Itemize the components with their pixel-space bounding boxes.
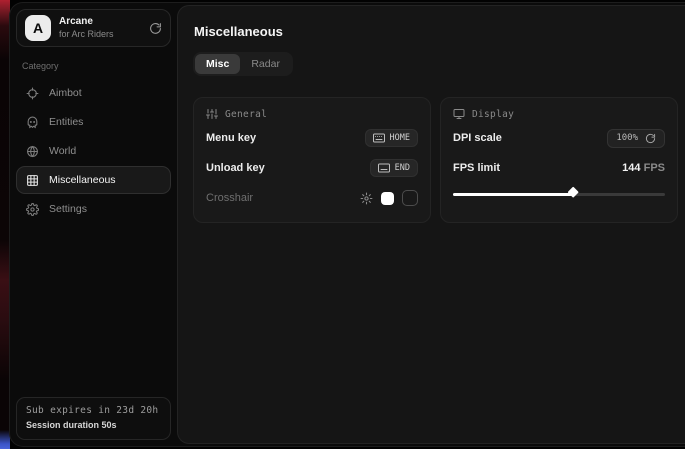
sub-expiry-text: Sub expires in 23d 20h bbox=[26, 404, 161, 418]
category-label: Category bbox=[22, 61, 165, 71]
tab-radar[interactable]: Radar bbox=[240, 54, 291, 74]
main-panel: Miscellaneous Misc Radar General bbox=[177, 5, 685, 444]
sidebar-item-entities[interactable]: Entities bbox=[16, 108, 171, 136]
sliders-icon bbox=[206, 108, 218, 120]
fps-limit-label: FPS limit bbox=[453, 162, 500, 174]
crosshair-controls bbox=[360, 190, 418, 206]
sidebar-item-aimbot[interactable]: Aimbot bbox=[16, 79, 171, 107]
tab-misc[interactable]: Misc bbox=[195, 54, 240, 74]
keyboard-icon bbox=[373, 133, 385, 143]
app-header-card: A Arcane for Arc Riders bbox=[16, 9, 171, 47]
app-logo: A bbox=[25, 15, 51, 41]
menu-key-row: Menu key HOME bbox=[206, 126, 418, 150]
app-subtitle: for Arc Riders bbox=[59, 29, 141, 40]
fps-slider-fill bbox=[453, 193, 572, 196]
page-title: Miscellaneous bbox=[194, 24, 678, 39]
unload-key-row: Unload key END bbox=[206, 156, 418, 180]
fps-limit-slider[interactable] bbox=[453, 190, 665, 199]
sidebar-nav: Aimbot Entities World bbox=[16, 79, 171, 223]
unload-key-value: END bbox=[395, 163, 410, 173]
unload-key-label: Unload key bbox=[206, 162, 265, 174]
sidebar-item-label: Settings bbox=[49, 203, 87, 215]
crosshair-row: Crosshair bbox=[206, 186, 418, 210]
grid-icon bbox=[26, 174, 39, 187]
entities-icon bbox=[26, 116, 39, 129]
refresh-icon[interactable] bbox=[149, 22, 162, 35]
session-duration-text: Session duration 50s bbox=[26, 419, 161, 433]
sidebar-item-label: World bbox=[49, 145, 76, 157]
gear-icon bbox=[26, 203, 39, 216]
display-card-title: Display bbox=[472, 109, 514, 120]
crosshair-color-swatch[interactable] bbox=[381, 192, 394, 205]
sidebar: A Arcane for Arc Riders Category Aimbot bbox=[10, 3, 177, 446]
dpi-scale-value: 100% bbox=[616, 133, 638, 143]
dpi-scale-label: DPI scale bbox=[453, 132, 502, 144]
fps-limit-value: 144 FPS bbox=[622, 162, 665, 174]
crosshair-settings-gear-icon[interactable] bbox=[360, 192, 373, 205]
sidebar-item-miscellaneous[interactable]: Miscellaneous bbox=[16, 166, 171, 194]
globe-icon bbox=[26, 145, 39, 158]
dpi-scale-row: DPI scale 100% bbox=[453, 126, 665, 150]
general-card: General Menu key HOME Unload key bbox=[193, 97, 431, 223]
monitor-icon bbox=[453, 108, 465, 120]
sidebar-item-label: Miscellaneous bbox=[49, 174, 116, 186]
fps-limit-row: FPS limit 144 FPS bbox=[453, 156, 665, 180]
sidebar-item-label: Aimbot bbox=[49, 87, 82, 99]
keyboard-icon bbox=[378, 163, 390, 173]
general-card-header: General bbox=[206, 108, 418, 120]
crosshair-icon bbox=[26, 87, 39, 100]
crosshair-label: Crosshair bbox=[206, 192, 253, 204]
fps-unit: FPS bbox=[644, 162, 665, 174]
tabbar: Misc Radar bbox=[193, 52, 293, 76]
menu-key-label: Menu key bbox=[206, 132, 256, 144]
app-window: A Arcane for Arc Riders Category Aimbot bbox=[9, 2, 685, 447]
dpi-scale-control[interactable]: 100% bbox=[607, 129, 665, 148]
sidebar-item-label: Entities bbox=[49, 116, 83, 128]
sidebar-item-world[interactable]: World bbox=[16, 137, 171, 165]
menu-key-bind-button[interactable]: HOME bbox=[365, 129, 418, 147]
cards-row: General Menu key HOME Unload key bbox=[193, 97, 678, 223]
general-card-title: General bbox=[225, 109, 267, 120]
unload-key-bind-button[interactable]: END bbox=[370, 159, 418, 177]
menu-key-value: HOME bbox=[390, 133, 410, 143]
sidebar-item-settings[interactable]: Settings bbox=[16, 195, 171, 223]
crosshair-checkbox[interactable] bbox=[402, 190, 418, 206]
display-card: Display DPI scale 100% FPS limit bbox=[440, 97, 678, 223]
app-titles: Arcane for Arc Riders bbox=[59, 16, 141, 40]
reset-icon[interactable] bbox=[645, 133, 656, 144]
subscription-card: Sub expires in 23d 20h Session duration … bbox=[16, 397, 171, 440]
app-name: Arcane bbox=[59, 16, 141, 29]
display-card-header: Display bbox=[453, 108, 665, 120]
